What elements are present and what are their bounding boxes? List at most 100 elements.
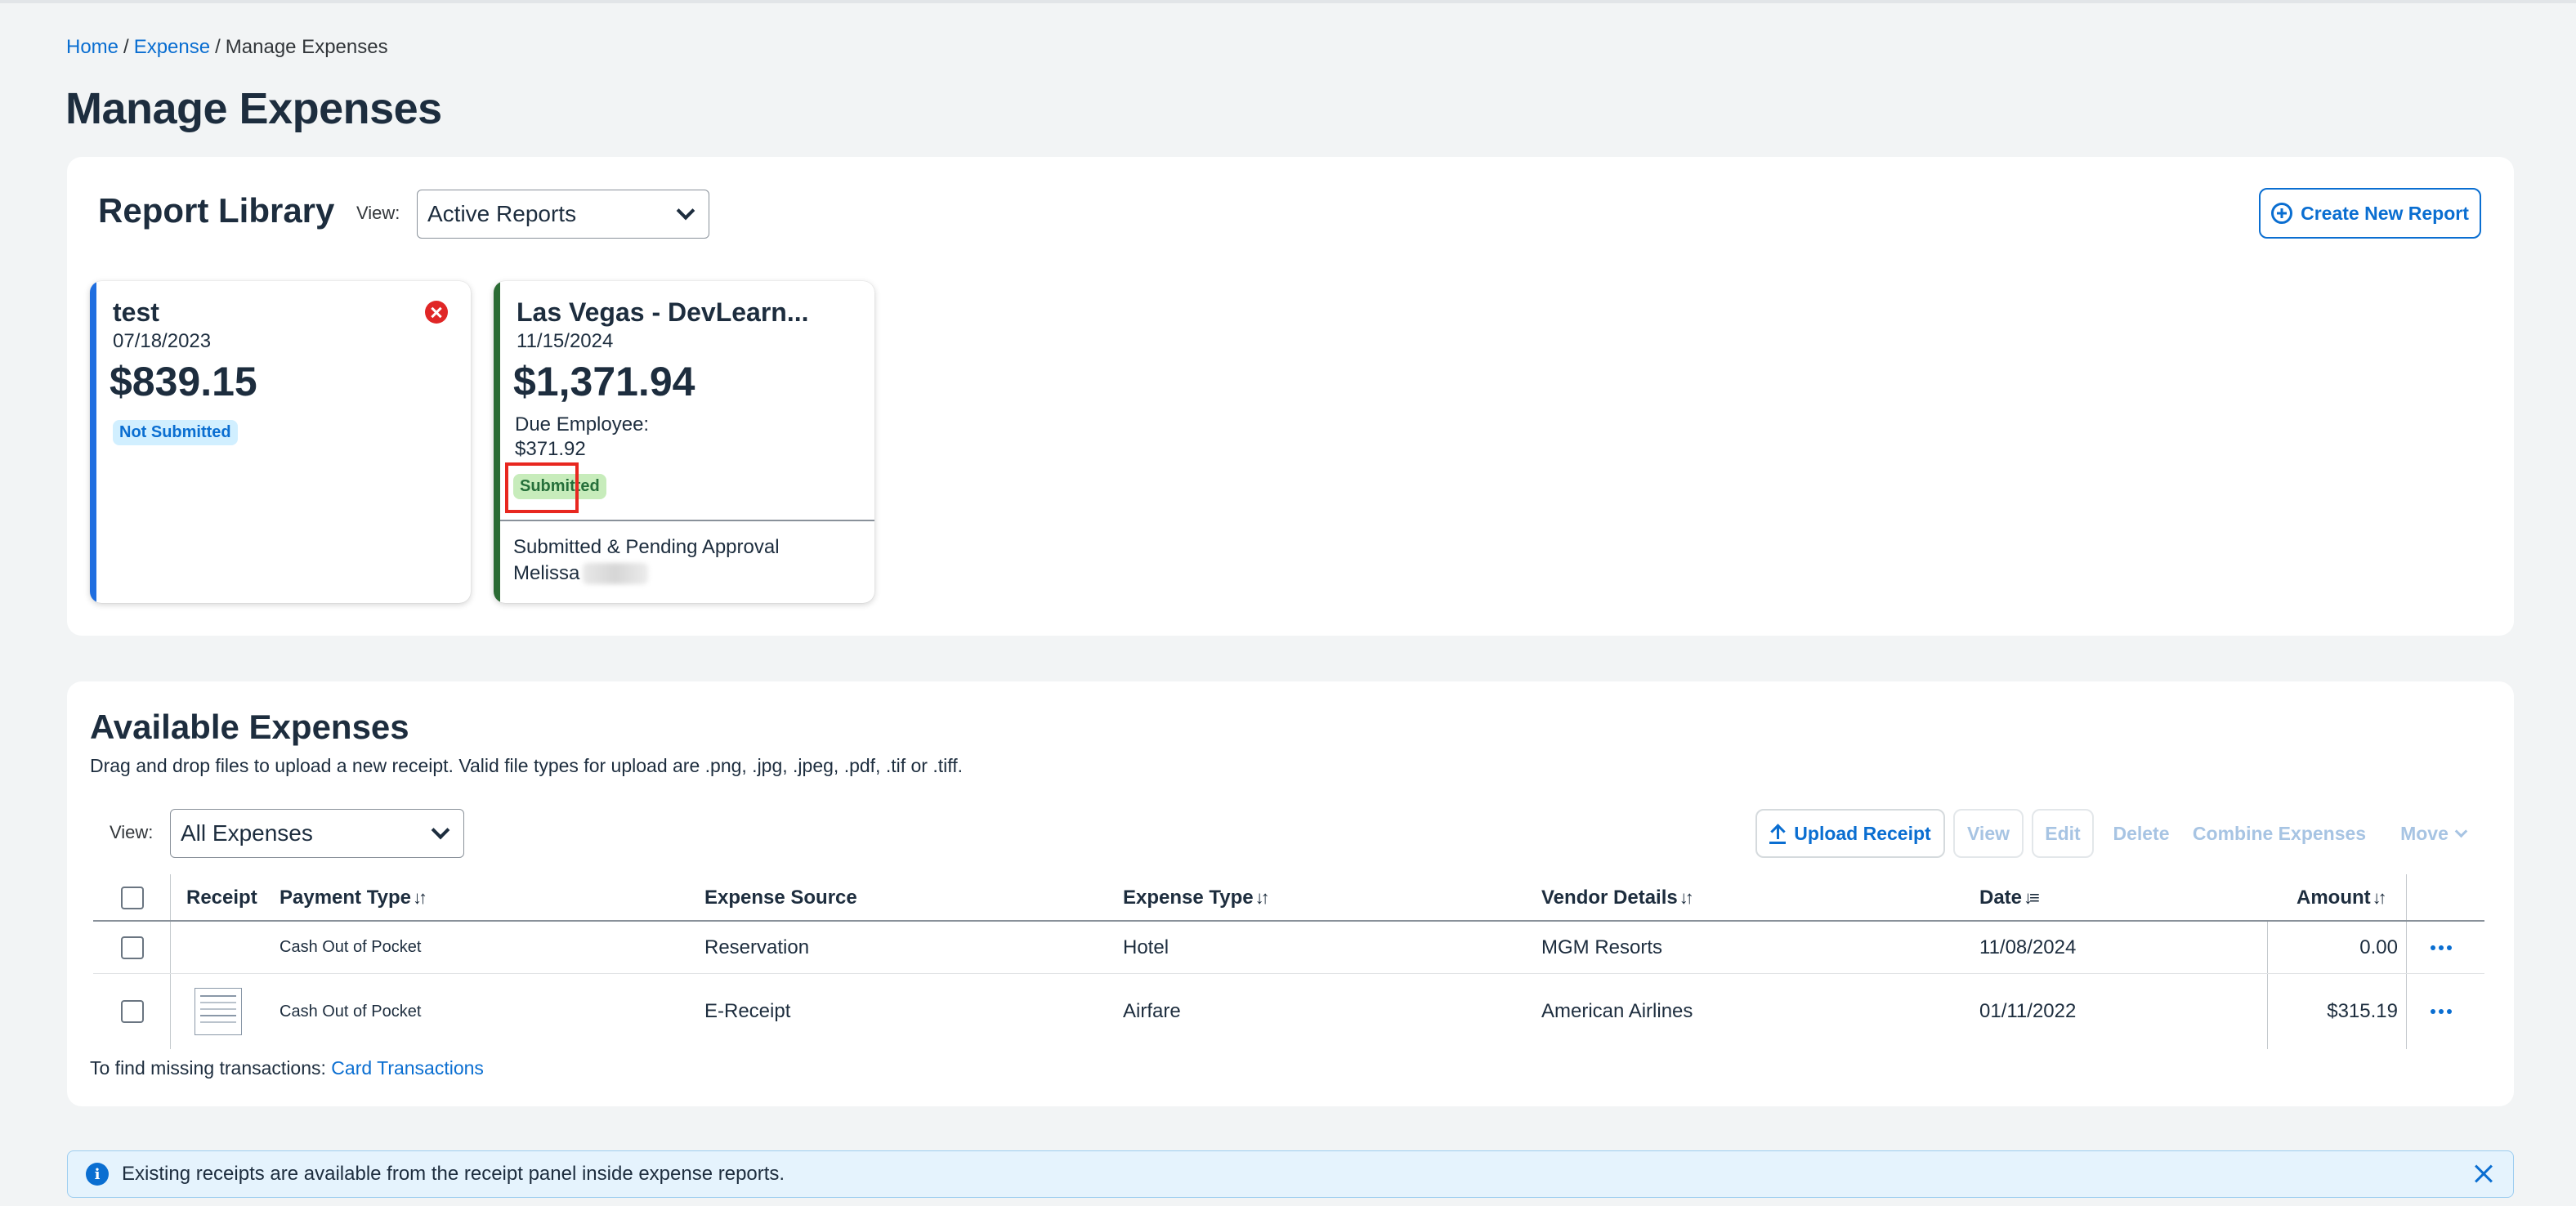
date-cell: 01/11/2022	[1979, 1000, 2077, 1022]
payment-type-cell: Cash Out of Pocket	[280, 938, 422, 956]
page-title: Manage Expenses	[65, 84, 442, 133]
upload-receipt-label: Upload Receipt	[1794, 822, 1931, 844]
expense-type-cell: Hotel	[1123, 936, 1169, 958]
approver: Melissa	[513, 562, 649, 585]
upload-icon	[1769, 823, 1787, 844]
delete-report-icon[interactable]	[425, 301, 448, 324]
expense-source-cell: Reservation	[704, 936, 810, 958]
info-message-bar: i Existing receipts are available from t…	[67, 1150, 2514, 1198]
row-actions-button[interactable]	[2431, 974, 2452, 1049]
table-row[interactable]: Cash Out of Pocket Reservation Hotel MGM…	[93, 922, 2484, 974]
table-header: Receipt Payment Type ↓↑ Expense Source Ex…	[93, 874, 2484, 922]
row-checkbox[interactable]	[121, 936, 144, 959]
vendor-cell: MGM Resorts	[1541, 936, 1663, 958]
date-cell: 11/08/2024	[1979, 936, 2077, 958]
payment-type-cell: Cash Out of Pocket	[280, 1002, 422, 1021]
redacted-surname	[583, 563, 649, 584]
report-library-title: Report Library	[98, 191, 335, 230]
more-actions-icon	[2431, 945, 2452, 950]
row-select-cell	[121, 922, 144, 973]
missing-transactions-note: To find missing transactions: Card Trans…	[90, 1057, 484, 1079]
report-view-select[interactable]: Active Reports	[417, 190, 709, 239]
expense-type-cell: Airfare	[1123, 1000, 1181, 1022]
create-new-report-label: Create New Report	[2301, 202, 2469, 224]
breadcrumb-home-link[interactable]: Home	[66, 36, 119, 58]
row-select-cell	[121, 974, 144, 1049]
due-employee-label: Due Employee:	[515, 413, 650, 436]
col-expense-type[interactable]: Expense Type ↓↑	[1123, 874, 1270, 922]
report-date: 11/15/2024	[517, 330, 614, 352]
col-expense-source: Expense Source	[704, 887, 857, 909]
report-library-panel: Report Library View: Active Reports Crea…	[67, 157, 2514, 636]
plus-circle-icon	[2271, 203, 2293, 224]
card-divider	[500, 520, 874, 521]
col-amount-label: Amount	[2296, 887, 2371, 909]
missing-transactions-text: To find missing transactions:	[90, 1057, 326, 1079]
column-divider	[2267, 974, 2268, 1049]
col-expense-type-label: Expense Type	[1123, 887, 1254, 909]
report-amount: $839.15	[110, 359, 257, 404]
sort-icon: ↓↑	[1679, 887, 1694, 908]
col-date[interactable]: Date ↓≡	[1979, 874, 2040, 922]
expense-view-select[interactable]: All Expenses	[170, 809, 464, 858]
vendor-cell: American Airlines	[1541, 1000, 1693, 1022]
approval-status: Submitted & Pending Approval	[513, 536, 780, 558]
sort-desc-icon: ↓≡	[2024, 887, 2040, 908]
move-button[interactable]: Move	[2380, 809, 2486, 858]
breadcrumb: Home / Expense / Manage Expenses	[66, 36, 388, 59]
col-receipt: Receipt	[186, 887, 257, 909]
expense-view-value: All Expenses	[181, 820, 313, 846]
expenses-table: Receipt Payment Type ↓↑ Expense Source Ex…	[93, 874, 2484, 1049]
view-button[interactable]: View	[1953, 809, 2024, 858]
column-divider	[2406, 922, 2407, 973]
sort-icon: ↓↑	[412, 887, 427, 908]
close-icon[interactable]	[2474, 1164, 2493, 1184]
combine-expenses-button[interactable]: Combine Expenses	[2189, 809, 2370, 858]
report-name: Las Vegas - DevLearn...	[517, 297, 809, 327]
report-card-test[interactable]: test 07/18/2023 $839.15 Not Submitted	[90, 281, 471, 603]
breadcrumb-separator: /	[215, 36, 221, 58]
approver-name: Melissa	[513, 562, 580, 584]
column-divider	[170, 974, 171, 1049]
expense-view-label: View:	[110, 822, 154, 842]
col-amount[interactable]: Amount ↓↑	[2296, 874, 2387, 922]
col-vendor-details-label: Vendor Details	[1541, 887, 1678, 909]
report-card-las-vegas[interactable]: Las Vegas - DevLearn... 11/15/2024 $1,37…	[494, 281, 874, 603]
upload-instructions: Drag and drop files to upload a new rece…	[90, 755, 963, 776]
column-divider	[170, 874, 171, 920]
report-amount: $1,371.94	[513, 359, 695, 404]
create-new-report-button[interactable]: Create New Report	[2259, 188, 2481, 239]
column-divider	[170, 922, 171, 973]
expense-source-cell: E-Receipt	[704, 1000, 791, 1022]
edit-button[interactable]: Edit	[2032, 809, 2094, 858]
breadcrumb-current: Manage Expenses	[225, 36, 388, 58]
breadcrumb-separator: /	[123, 36, 129, 58]
column-divider	[2406, 974, 2407, 1049]
info-message-text: Existing receipts are available from the…	[122, 1163, 785, 1185]
more-actions-icon	[2431, 1009, 2452, 1014]
available-expenses-panel: Available Expenses Drag and drop files t…	[67, 681, 2514, 1106]
chevron-down-icon	[431, 820, 450, 840]
breadcrumb-expense-link[interactable]: Expense	[134, 36, 210, 58]
col-vendor-details[interactable]: Vendor Details ↓↑	[1541, 874, 1694, 922]
table-row[interactable]: Cash Out of Pocket E-Receipt Airfare Ame…	[93, 974, 2484, 1049]
column-divider	[2406, 874, 2407, 920]
available-expenses-title: Available Expenses	[90, 708, 409, 746]
receipt-cell	[195, 974, 242, 1049]
chevron-down-icon	[676, 201, 695, 221]
report-view-value: Active Reports	[427, 201, 577, 226]
select-all-checkbox[interactable]	[121, 887, 144, 909]
row-actions-button[interactable]	[2431, 922, 2452, 973]
sort-icon: ↓↑	[2372, 887, 2387, 908]
card-transactions-link[interactable]: Card Transactions	[331, 1057, 484, 1079]
card-accent-bar	[90, 281, 96, 603]
receipt-thumbnail[interactable]	[195, 988, 242, 1035]
col-payment-type[interactable]: Payment Type ↓↑	[280, 874, 427, 922]
upload-receipt-button[interactable]: Upload Receipt	[1755, 809, 1945, 858]
report-date: 07/18/2023	[113, 330, 212, 352]
delete-button[interactable]: Delete	[2102, 809, 2180, 858]
col-payment-type-label: Payment Type	[280, 887, 411, 909]
highlight-box	[505, 462, 579, 513]
select-all-cell	[121, 874, 144, 922]
row-checkbox[interactable]	[121, 1000, 144, 1023]
